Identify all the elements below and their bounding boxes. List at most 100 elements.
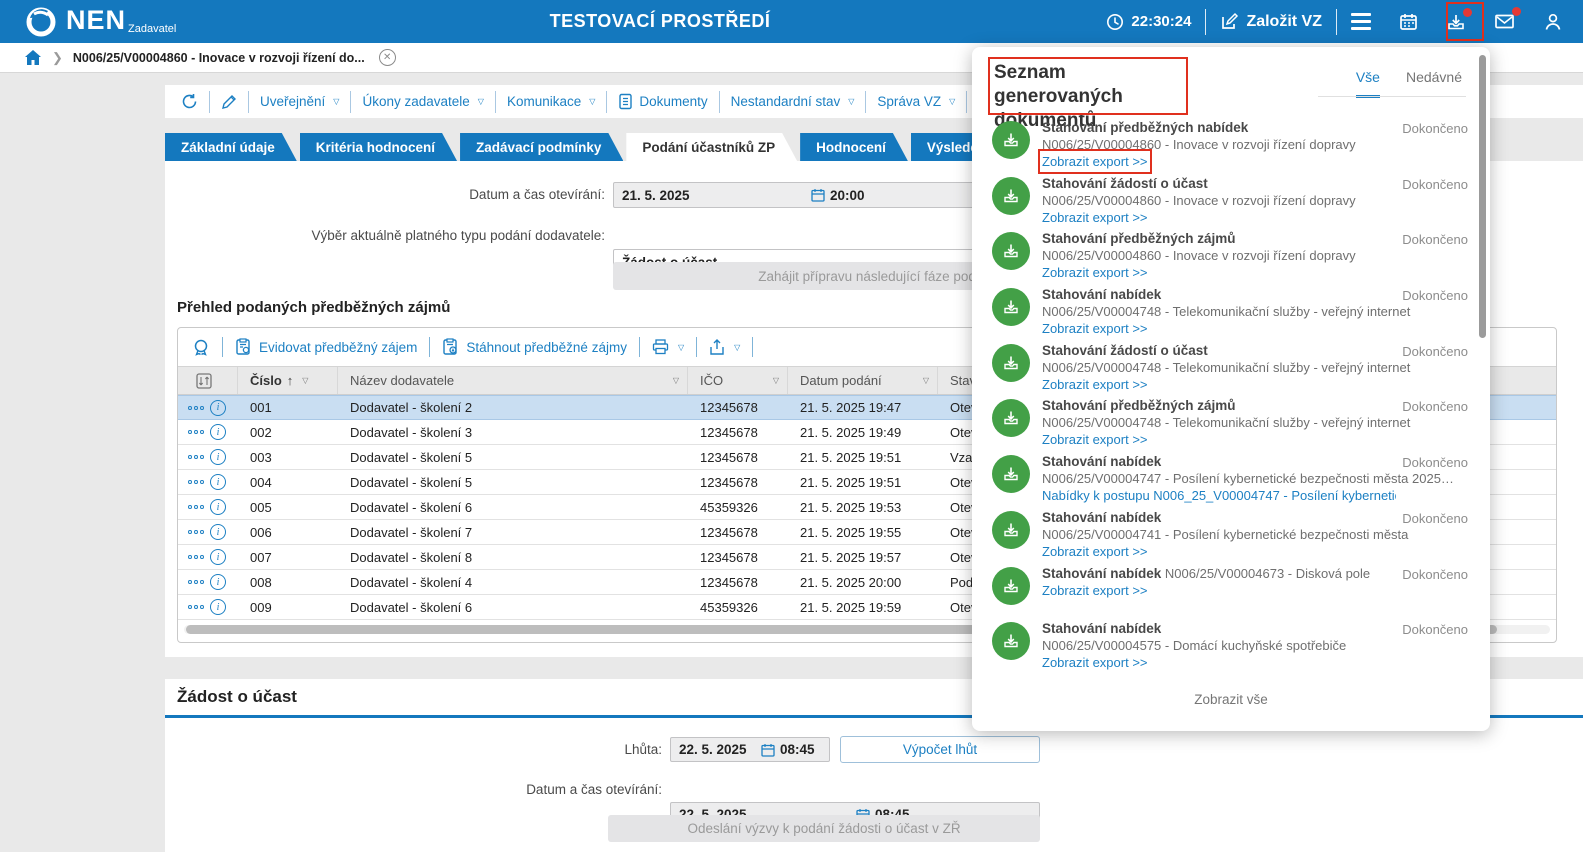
send-invitation-button[interactable]: Odeslání výzvy k podání žádosti o účast … (608, 815, 1040, 842)
tab-nedavne[interactable]: Nedávné (1406, 69, 1462, 98)
info-icon[interactable]: i (210, 599, 226, 615)
document-item[interactable]: Stahování nabídek N006/25/V00004575 - Do… (992, 620, 1476, 676)
calendar-icon[interactable] (761, 743, 775, 757)
info-icon[interactable]: i (210, 449, 226, 465)
breadcrumb-item[interactable]: N006/25/V00004860 - Inovace v rozvoji ří… (73, 51, 365, 65)
show-export-link[interactable]: Zobrazit export >> (1042, 543, 1148, 560)
show-export-link[interactable]: Zobrazit export >> (1042, 320, 1148, 337)
document-item[interactable]: Stahování žádostí o účast N006/25/V00004… (992, 175, 1476, 231)
info-icon[interactable]: i (210, 499, 226, 515)
show-export-link[interactable]: Zobrazit export >> (1042, 376, 1148, 393)
show-export-link[interactable]: Zobrazit export >> (1042, 209, 1148, 226)
calculate-deadlines-button[interactable]: Výpočet lhůt (840, 736, 1040, 763)
row-menu-icon[interactable] (188, 555, 204, 559)
download-success-icon (992, 121, 1030, 159)
filter-caret-icon[interactable]: ▽ (302, 376, 308, 385)
document-item[interactable]: Stahování nabídek N006/25/V00004748 - Te… (992, 286, 1476, 342)
menu-label: Dokumenty (639, 94, 707, 109)
row-menu-icon[interactable] (188, 455, 204, 459)
deadline-field[interactable]: 22. 5. 2025 08:45 (670, 737, 830, 762)
row-menu-icon[interactable] (188, 530, 204, 534)
document-item[interactable]: Stahování předběžných zájmů N006/25/V000… (992, 397, 1476, 453)
tab-kriteria-hodnoceni[interactable]: Kritéria hodnocení (300, 133, 457, 161)
deadline-time-value[interactable]: 08:45 (780, 742, 815, 757)
generated-documents-button[interactable] (1432, 0, 1480, 43)
filter-caret-icon[interactable]: ▽ (923, 376, 929, 385)
header-nazev[interactable]: Název dodavatele ▽ (338, 367, 688, 394)
column-settings-header[interactable] (178, 367, 238, 394)
info-icon[interactable]: i (210, 574, 226, 590)
deadline-label: Lhůta: (165, 737, 662, 763)
row-menu-icon[interactable] (188, 480, 204, 484)
document-item[interactable]: Stahování předběžných nabídek N006/25/V0… (992, 119, 1476, 175)
show-export-link[interactable]: Zobrazit export >> (1042, 654, 1148, 671)
show-export-link[interactable]: Zobrazit export >> (1042, 582, 1148, 599)
show-all-link[interactable]: Zobrazit vše (972, 692, 1490, 707)
open-datetime-label: Datum a čas otevírání: (165, 182, 605, 208)
document-item[interactable]: Stahování nabídek N006/25/V00004673 - Di… (992, 565, 1476, 621)
row-menu-icon[interactable] (188, 505, 204, 509)
user-profile-button[interactable] (1529, 0, 1583, 43)
tab-podani-ucastniku-zp[interactable]: Podání účastníků ZP (626, 133, 797, 161)
document-item[interactable]: Stahování nabídek N006/25/V00004741 - Po… (992, 509, 1476, 565)
open-date-value[interactable]: 21. 5. 2025 (622, 188, 690, 203)
edit-record-button[interactable] (210, 91, 249, 113)
filter-caret-icon[interactable]: ▽ (673, 376, 679, 385)
row-menu-icon[interactable] (188, 605, 204, 609)
show-export-link[interactable]: Nabídky k postupu N006_25_V00004747 - Po… (1042, 487, 1396, 504)
show-export-link[interactable]: Zobrazit export >> (1042, 431, 1148, 448)
nen-logo[interactable]: NEN Zadavatel (24, 5, 176, 39)
saved-filters-button[interactable] (192, 338, 210, 357)
menu-uverejneni[interactable]: Uveřejnění▽ (249, 91, 351, 113)
row-menu-icon[interactable] (188, 430, 204, 434)
document-item[interactable]: Stahování nabídek N006/25/V00004747 - Po… (992, 453, 1476, 509)
download-interests-button[interactable]: Stáhnout předběžné zájmy (442, 338, 627, 356)
header-cislo[interactable]: Číslo ↑ ▽ (238, 367, 338, 394)
download-success-icon (992, 288, 1030, 326)
register-interest-button[interactable]: Evidovat předběžný zájem (235, 338, 417, 356)
show-export-link[interactable]: Zobrazit export >> (1042, 153, 1148, 170)
show-export-link[interactable]: Zobrazit export >> (1042, 264, 1148, 281)
open-time-value[interactable]: 20:00 (830, 188, 865, 203)
deadline-date-value[interactable]: 22. 5. 2025 (679, 742, 747, 757)
document-item[interactable]: Stahování žádostí o účast N006/25/V00004… (992, 342, 1476, 398)
menu-nestandardni-stav[interactable]: Nestandardní stav▽ (720, 91, 867, 113)
header-datum-podani[interactable]: Datum podání ▽ (788, 367, 938, 394)
row-menu-icon[interactable] (188, 406, 204, 410)
tab-zadavaci-podminky[interactable]: Zadávací podmínky (460, 133, 623, 161)
menu-sprava-vz[interactable]: Správa VZ▽ (866, 91, 967, 113)
info-icon[interactable]: i (210, 549, 226, 565)
panel-scrollbar[interactable] (1479, 55, 1486, 338)
home-icon[interactable] (24, 49, 42, 66)
tab-vse[interactable]: Vše (1356, 69, 1380, 98)
close-tab-icon[interactable]: ✕ (379, 49, 396, 66)
header-ico[interactable]: IČO ▽ (688, 367, 788, 394)
header-label: Název dodavatele (350, 373, 454, 388)
toolbar-divider (696, 337, 697, 357)
messages-button[interactable] (1480, 0, 1529, 43)
calendar-icon[interactable] (811, 188, 825, 202)
tab-zakladni-udaje[interactable]: Základní údaje (165, 133, 297, 161)
info-icon[interactable]: i (210, 400, 226, 416)
info-icon[interactable]: i (210, 524, 226, 540)
chevron-down-icon: ▽ (333, 97, 339, 106)
cell-ico: 12345678 (688, 450, 788, 465)
tab-hodnoceni[interactable]: Hodnocení (800, 133, 908, 161)
document-subtitle: N006/25/V00004860 - Inovace v rozvoji ří… (1042, 137, 1356, 152)
export-table-button[interactable]: ▽ (709, 339, 740, 356)
create-vz-button[interactable]: Založit VZ (1206, 0, 1336, 43)
document-item[interactable]: Stahování předběžných zájmů N006/25/V000… (992, 230, 1476, 286)
info-icon[interactable]: i (210, 424, 226, 440)
refresh-button[interactable] (177, 91, 210, 113)
filter-caret-icon[interactable]: ▽ (773, 376, 779, 385)
cell-cislo: 007 (238, 550, 338, 565)
main-menu-button[interactable] (1337, 0, 1385, 43)
calendar-button[interactable] (1385, 0, 1432, 43)
menu-dokumenty[interactable]: Dokumenty (607, 91, 719, 113)
info-icon[interactable]: i (210, 474, 226, 490)
menu-komunikace[interactable]: Komunikace▽ (496, 91, 607, 113)
row-menu-icon[interactable] (188, 580, 204, 584)
menu-ukony-zadavatele[interactable]: Úkony zadavatele▽ (351, 91, 495, 113)
print-table-button[interactable]: ▽ (652, 339, 684, 355)
table-section-title: Přehled podaných předběžných zájmů (177, 299, 450, 316)
